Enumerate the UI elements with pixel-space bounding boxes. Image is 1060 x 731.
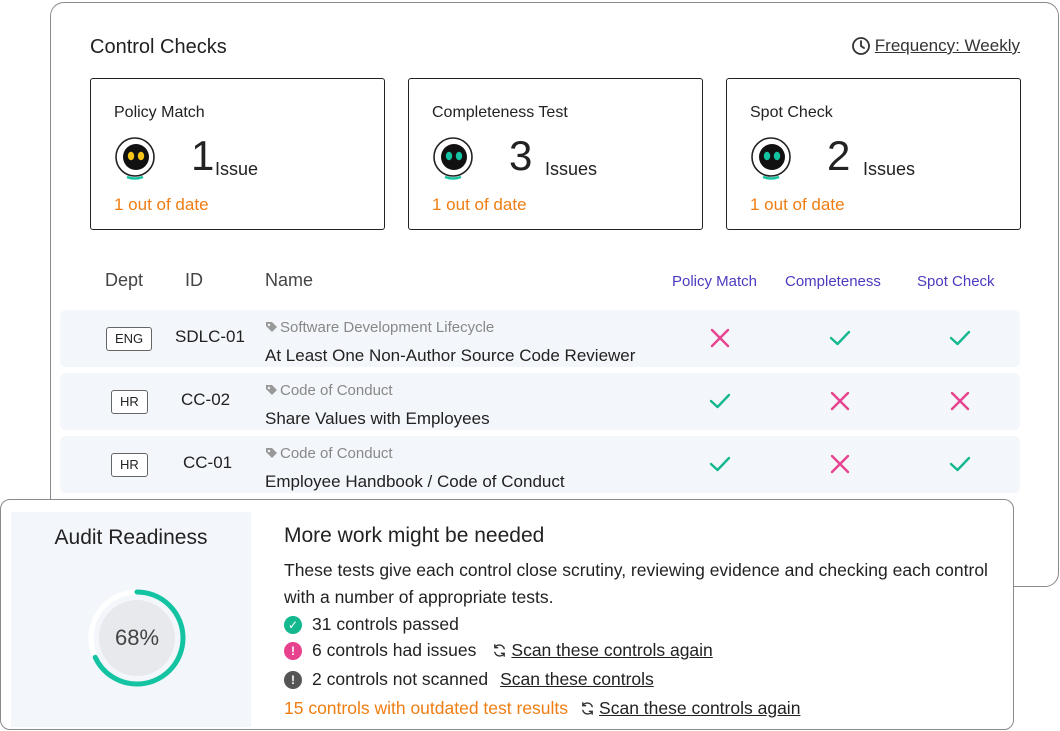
out-of-date-status: 1 out of date: [750, 195, 845, 214]
control-checks-title: Control Checks: [90, 36, 227, 58]
progress-ring: 68%: [88, 589, 186, 687]
rescan-issues-link[interactable]: Scan these controls again: [492, 640, 713, 661]
outdated-line: 15 controls with outdated test results S…: [284, 698, 800, 719]
frequency-link[interactable]: Frequency: Weekly: [851, 36, 1020, 56]
issue-count: 1: [191, 132, 215, 179]
policy-match-column-header[interactable]: Policy Match: [672, 273, 757, 290]
x-icon: [710, 328, 730, 348]
audit-readiness-summary: Audit Readiness 68%: [11, 512, 251, 727]
control-name: Employee Handbook / Code of Conduct: [265, 472, 565, 491]
control-id: CC-02: [181, 390, 231, 409]
control-category: Code of Conduct: [265, 445, 393, 462]
dept-badge: ENG: [106, 327, 153, 351]
policy-match-card[interactable]: Policy Match 1 Issue 1 out of date: [90, 78, 385, 230]
card-title: Completeness Test: [432, 104, 568, 121]
table-row[interactable]: HR CC-02 Code of Conduct Share Values wi…: [60, 373, 1020, 430]
rescan-issues-label: Scan these controls again: [511, 640, 713, 660]
tag-icon: [266, 322, 277, 332]
check-circle-icon: ✓: [284, 615, 302, 634]
not-scanned-text: 2 controls not scanned: [312, 669, 489, 689]
rescan-outdated-label: Scan these controls again: [599, 698, 801, 718]
issue-count: 2: [827, 132, 851, 179]
control-name: Share Values with Employees: [265, 409, 490, 428]
spot-check-column-header[interactable]: Spot Check: [917, 273, 995, 290]
clock-icon: [851, 37, 870, 55]
id-column-header[interactable]: ID: [185, 270, 203, 291]
check-icon: [709, 456, 731, 472]
issue-count: 3: [509, 132, 533, 179]
rescan-outdated-link[interactable]: Scan these controls again: [580, 698, 800, 719]
category-label: Code of Conduct: [280, 382, 393, 399]
check-icon: [829, 330, 851, 346]
audit-heading: More work might be needed: [284, 524, 545, 547]
audit-description: These tests give each control close scru…: [284, 560, 988, 607]
issues-line: ! 6 controls had issues Scan these contr…: [284, 640, 713, 661]
control-name: At Least One Non-Author Source Code Revi…: [265, 346, 636, 365]
audit-readiness-title: Audit Readiness: [54, 526, 208, 549]
passed-text: 31 controls passed: [312, 614, 459, 634]
passed-line: ✓ 31 controls passed: [284, 614, 459, 635]
robot-icon: [433, 137, 473, 180]
name-column-header[interactable]: Name: [265, 270, 313, 291]
card-title: Policy Match: [114, 104, 205, 121]
refresh-icon: [582, 702, 593, 715]
progress-percent: 68%: [115, 625, 159, 650]
outdated-text: 15 controls with outdated test results: [284, 698, 569, 718]
tag-icon: [266, 448, 277, 458]
out-of-date-status: 1 out of date: [432, 195, 527, 214]
completeness-test-card[interactable]: Completeness Test 3 Issues 1 out of date: [408, 78, 703, 230]
robot-icon: [115, 137, 155, 180]
table-row[interactable]: HR CC-01 Code of Conduct Employee Handbo…: [60, 436, 1020, 493]
spot-check-card[interactable]: Spot Check 2 Issues 1 out of date: [726, 78, 1021, 230]
issue-unit: Issue: [215, 159, 259, 179]
category-label: Software Development Lifecycle: [280, 319, 495, 336]
category-label: Code of Conduct: [280, 445, 393, 462]
control-category: Code of Conduct: [265, 382, 393, 399]
frequency-label: Frequency: Weekly: [874, 36, 1020, 55]
alert-circle-icon: !: [284, 641, 302, 660]
dept-column-header[interactable]: Dept: [105, 270, 143, 291]
not-scanned-line: ! 2 controls not scanned Scan these cont…: [284, 669, 654, 690]
issue-unit: Issues: [545, 159, 598, 179]
dept-badge: HR: [111, 453, 148, 477]
audit-readiness-panel: Audit Readiness 68% More work might be n…: [0, 499, 1014, 730]
x-icon: [830, 391, 850, 411]
issues-text: 6 controls had issues: [312, 640, 477, 660]
x-icon: [950, 391, 970, 411]
tag-icon: [266, 385, 277, 395]
control-id: SDLC-01: [175, 327, 245, 346]
issue-unit: Issues: [863, 159, 916, 179]
robot-icon: [751, 137, 791, 180]
card-title: Spot Check: [750, 104, 833, 121]
check-icon: [949, 330, 971, 346]
info-circle-icon: !: [284, 670, 302, 689]
dept-badge: HR: [111, 390, 148, 414]
refresh-icon: [494, 644, 506, 657]
out-of-date-status: 1 out of date: [114, 195, 209, 214]
control-category: Software Development Lifecycle: [265, 319, 494, 336]
check-icon: [709, 393, 731, 409]
table-row[interactable]: ENG SDLC-01 Software Development Lifecyc…: [60, 310, 1020, 367]
check-icon: [949, 456, 971, 472]
x-icon: [830, 454, 850, 474]
completeness-column-header[interactable]: Completeness: [785, 273, 881, 290]
control-id: CC-01: [183, 453, 233, 472]
scan-controls-link[interactable]: Scan these controls: [500, 669, 654, 690]
